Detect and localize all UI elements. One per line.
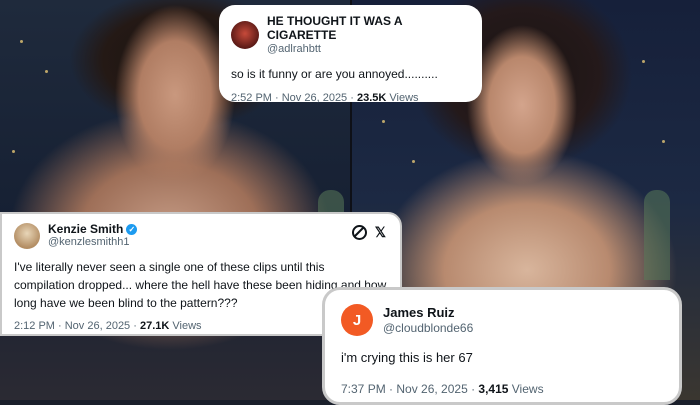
view-count: 27.1K xyxy=(139,319,170,332)
display-name[interactable]: Kenzie Smith xyxy=(48,222,123,236)
tweet-timestamp[interactable]: 2:52 PM · Nov 26, 2025 · xyxy=(231,92,357,104)
tweet-card-top[interactable]: HE THOUGHT IT WAS A CIGARETTE @adlrahbtt… xyxy=(219,5,482,104)
tweet-card-right[interactable]: J James Ruiz @cloudblonde66 i'm crying t… xyxy=(322,287,682,405)
views-label: Views xyxy=(169,319,202,332)
tweet-meta: 7:37 PM · Nov 26, 2025 · 3,415 Views xyxy=(341,382,663,396)
display-name[interactable]: James Ruiz xyxy=(383,305,473,321)
tweet-text: i'm crying this is her 67 xyxy=(341,350,473,365)
user-handle[interactable]: @kenzlesmithh1 xyxy=(48,236,137,249)
profile-photo-icon[interactable] xyxy=(14,222,40,249)
user-handle[interactable]: @cloudblonde66 xyxy=(383,321,473,335)
x-logo-icon[interactable]: 𝕏 xyxy=(375,224,386,241)
profile-photo-icon[interactable] xyxy=(231,20,259,49)
user-handle[interactable]: @adlrahbtt xyxy=(267,43,470,56)
tweet-timestamp[interactable]: 7:37 PM · Nov 26, 2025 · xyxy=(341,382,478,396)
views-label: Views xyxy=(508,381,544,396)
tweet-text: so is it funny or are you annoyed.......… xyxy=(231,66,438,81)
tweet-timestamp[interactable]: 2:12 PM · Nov 26, 2025 · xyxy=(14,320,140,332)
views-label: Views xyxy=(386,91,419,104)
avatar-letter[interactable]: J xyxy=(341,304,373,336)
display-name[interactable]: HE THOUGHT IT WAS A CIGARETTE xyxy=(267,14,470,43)
grok-icon[interactable] xyxy=(351,225,367,240)
verified-badge-icon: ✓ xyxy=(126,224,138,236)
tweet-meta: 2:52 PM · Nov 26, 2025 · 23.5K Views xyxy=(231,92,470,104)
view-count: 3,415 xyxy=(478,381,509,396)
view-count: 23.5K xyxy=(356,91,387,104)
